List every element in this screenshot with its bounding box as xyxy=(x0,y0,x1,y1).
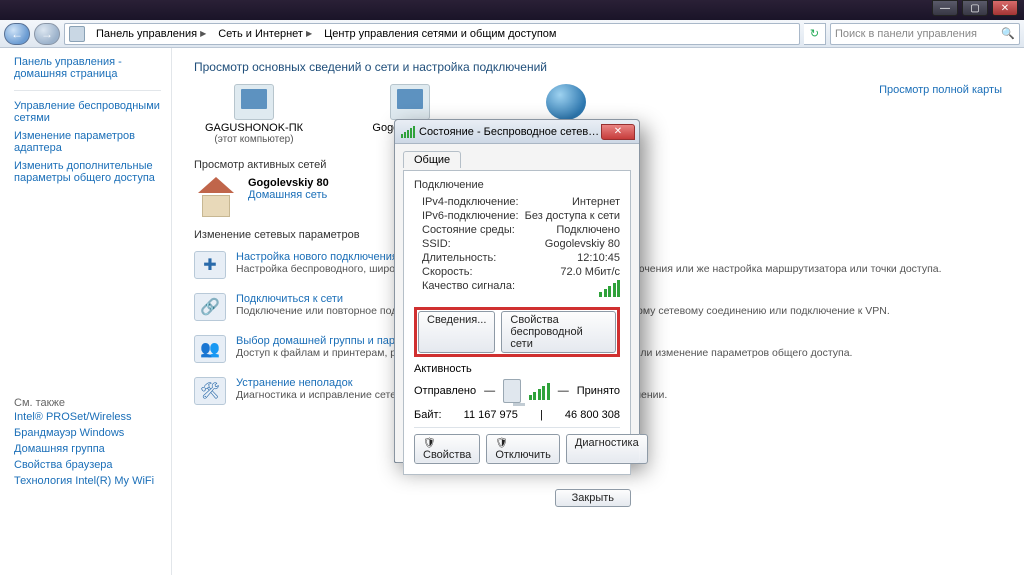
router-icon xyxy=(390,84,430,120)
view-full-map-link[interactable]: Просмотр полной карты xyxy=(879,84,1002,151)
speed-value: 72.0 Мбит/с xyxy=(560,266,620,278)
received-label: Принято xyxy=(577,385,620,397)
network-name: Gogolevskiy 80 xyxy=(248,177,329,189)
map-node-sublabel: (этот компьютер) xyxy=(194,134,314,145)
ipv4-label: IPv4-подключение: xyxy=(422,196,519,208)
tab-general[interactable]: Общие xyxy=(403,151,461,168)
connection-group-label: Подключение xyxy=(414,179,620,191)
tab-page: Подключение IPv4-подключение: Интернет IP… xyxy=(403,170,631,475)
dialog-titlebar[interactable]: Состояние - Беспроводное сетевое соедине… xyxy=(395,120,639,144)
see-also-link[interactable]: Свойства браузера xyxy=(14,457,161,473)
globe-icon xyxy=(546,84,586,120)
breadcrumb[interactable]: Центр управления сетями и общим доступом xyxy=(320,24,560,44)
ssid-label: SSID: xyxy=(422,238,451,250)
tab-strip: Общие xyxy=(403,150,631,170)
sidebar: Панель управления - домашняя страница Уп… xyxy=(0,48,172,575)
connect-icon: 🔗 xyxy=(194,293,226,321)
sidebar-item-wireless[interactable]: Управление беспроводными сетями xyxy=(14,97,161,127)
window-maximize-button[interactable]: ▢ xyxy=(962,0,988,16)
sent-label: Отправлено xyxy=(414,385,476,397)
ipv6-value: Без доступа к сети xyxy=(525,210,620,222)
arrow-left-icon: ← xyxy=(11,27,23,41)
wireless-properties-button[interactable]: Свойства беспроводной сети xyxy=(501,311,616,353)
signal-bars-icon xyxy=(529,383,550,400)
computer-icon xyxy=(234,84,274,120)
chevron-right-icon: ▶ xyxy=(200,29,206,38)
monitor-icon xyxy=(503,379,521,403)
media-value: Подключено xyxy=(556,224,620,236)
refresh-icon: ↻ xyxy=(810,27,819,40)
troubleshoot-icon: 🛠 xyxy=(194,377,226,405)
dialog-title: Состояние - Беспроводное сетевое соедине… xyxy=(419,126,601,138)
new-connection-icon: ✚ xyxy=(194,251,226,279)
activity-visualization: Отправлено — — Принято xyxy=(414,379,620,403)
close-button[interactable]: Закрыть xyxy=(555,489,631,507)
sidebar-home-link[interactable]: Панель управления - домашняя страница xyxy=(14,56,161,80)
highlight-box: Сведения... Свойства беспроводной сети xyxy=(414,307,620,357)
bytes-received-value: 46 800 308 xyxy=(565,409,620,421)
ipv4-value: Интернет xyxy=(572,196,620,208)
breadcrumb-bar[interactable]: Панель управления▶ Сеть и Интернет▶ Цент… xyxy=(64,23,800,45)
duration-label: Длительность: xyxy=(422,252,496,264)
divider xyxy=(414,427,620,428)
see-also-link[interactable]: Технология Intel(R) My WiFi xyxy=(14,473,161,489)
address-toolbar: ← → Панель управления▶ Сеть и Интернет▶ … xyxy=(0,20,1024,48)
os-titlebar: — ▢ ✕ xyxy=(0,0,1024,20)
search-placeholder: Поиск в панели управления xyxy=(835,28,977,40)
chevron-right-icon: ▶ xyxy=(306,29,312,38)
details-button[interactable]: Сведения... xyxy=(418,311,495,353)
properties-button[interactable]: Свойства xyxy=(414,434,480,464)
see-also-link[interactable]: Брандмауэр Windows xyxy=(14,425,161,441)
wireless-status-dialog: Состояние - Беспроводное сетевое соедине… xyxy=(394,119,640,463)
network-type-link[interactable]: Домашняя сеть xyxy=(248,189,329,201)
see-also-link[interactable]: Домашняя группа xyxy=(14,441,161,457)
map-node-label: GAGUSHONOK-ПК xyxy=(194,122,314,134)
see-also-label: См. также xyxy=(14,397,161,409)
refresh-button[interactable]: ↻ xyxy=(804,23,826,45)
nav-back-button[interactable]: ← xyxy=(4,23,30,45)
signal-quality-label: Качество сигнала: xyxy=(422,280,515,300)
ipv6-label: IPv6-подключение: xyxy=(422,210,519,222)
page-title: Просмотр основных сведений о сети и наст… xyxy=(194,60,1002,74)
signal-bars-icon xyxy=(599,280,620,297)
breadcrumb[interactable]: Сеть и Интернет▶ xyxy=(214,24,316,44)
divider xyxy=(14,90,161,91)
dialog-close-button[interactable]: ✕ xyxy=(601,124,635,140)
breadcrumb[interactable]: Панель управления▶ xyxy=(92,24,210,44)
media-label: Состояние среды: xyxy=(422,224,515,236)
nav-forward-button[interactable]: → xyxy=(34,23,60,45)
bytes-label: Байт: xyxy=(414,409,442,421)
ssid-value: Gogolevskiy 80 xyxy=(545,238,620,250)
signal-quality-value xyxy=(599,280,620,300)
sidebar-item-sharing[interactable]: Изменить дополнительные параметры общего… xyxy=(14,157,161,187)
see-also-link[interactable]: Intel® PROSet/Wireless xyxy=(14,409,161,425)
activity-group-label: Активность xyxy=(414,363,620,375)
disable-button[interactable]: Отключить xyxy=(486,434,560,464)
duration-value: 12:10:45 xyxy=(577,252,620,264)
speed-label: Скорость: xyxy=(422,266,473,278)
search-input[interactable]: Поиск в панели управления 🔍 xyxy=(830,23,1020,45)
window-close-button[interactable]: ✕ xyxy=(992,0,1018,16)
homegroup-icon: 👥 xyxy=(194,335,226,363)
control-panel-icon xyxy=(69,26,85,42)
map-node-this-pc[interactable]: GAGUSHONOK-ПК (этот компьютер) xyxy=(194,84,314,145)
bytes-sent-value: 11 167 975 xyxy=(464,409,518,421)
search-icon: 🔍 xyxy=(1001,27,1015,40)
sidebar-item-adapter[interactable]: Изменение параметров адаптера xyxy=(14,127,161,157)
diagnose-button[interactable]: Диагностика xyxy=(566,434,648,464)
house-icon xyxy=(194,177,238,217)
signal-icon xyxy=(401,126,415,138)
window-minimize-button[interactable]: — xyxy=(932,0,958,16)
arrow-right-icon: → xyxy=(41,27,53,41)
